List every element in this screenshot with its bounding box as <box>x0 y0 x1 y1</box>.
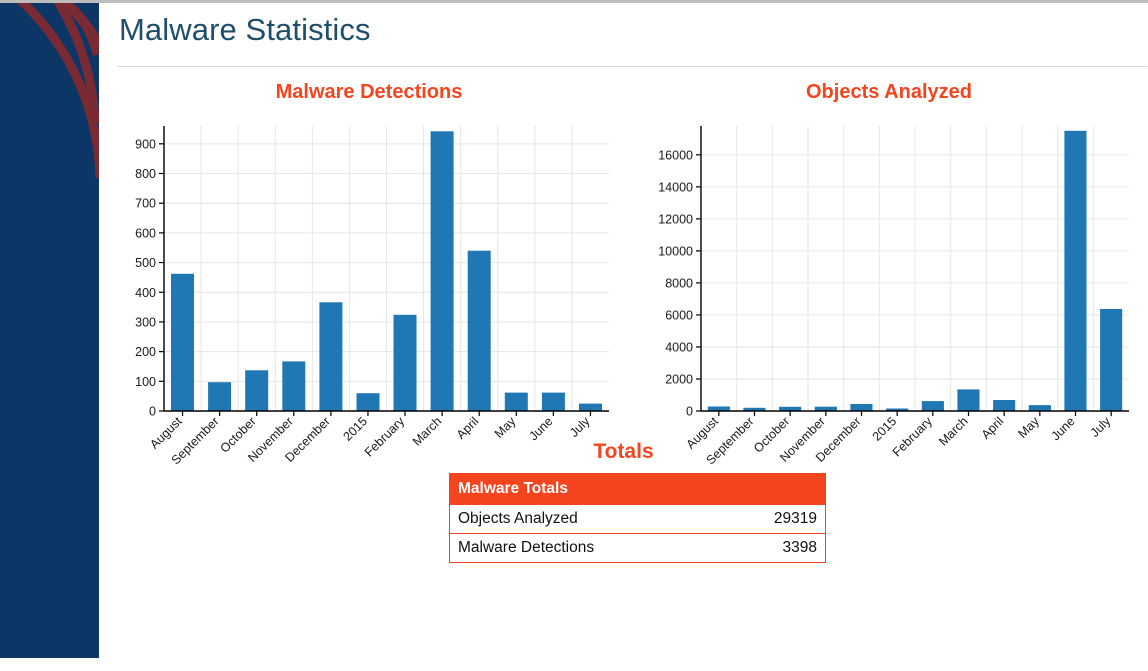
plot-area-objects-analyzed: 0 2000 4000 6000 8000 10000 12000 14000 16000 Aug… <box>639 116 1139 476</box>
y-tick-label: 6000 <box>665 308 693 322</box>
x-tick-label: June <box>526 414 555 443</box>
sidebar-decoration-panel <box>0 3 99 658</box>
y-tick-label: 700 <box>135 197 156 211</box>
bar-february <box>393 314 417 411</box>
chart-title-malware-detections: Malware Detections <box>275 81 463 103</box>
table-row: Objects Analyzed 29319 <box>449 504 826 534</box>
bar-chart-svg-objects-analyzed: 0200040006000800010000120001400016000Aug… <box>658 126 1129 467</box>
bar-june <box>541 392 565 411</box>
y-tick-label: 300 <box>135 315 156 329</box>
y-tick-label: 10000 <box>658 244 693 258</box>
y-tick-label: 100 <box>135 375 156 389</box>
x-tick-label: April <box>979 414 1007 442</box>
bar-april <box>993 400 1016 411</box>
bar-july <box>579 403 602 411</box>
bar-february <box>921 401 944 411</box>
header-divider <box>118 66 1147 67</box>
totals-row-label: Malware Detections <box>449 533 720 563</box>
x-tick-label: May <box>1015 414 1042 441</box>
bar-may <box>504 392 528 411</box>
page-root: Malware Statistics Malware Detections 0 1… <box>0 0 1148 671</box>
y-tick-label: 600 <box>135 226 156 240</box>
bar-august <box>171 273 194 411</box>
chart-malware-detections: Malware Detections 0 100 200 300 400 500 600 70… <box>119 81 619 476</box>
y-tick-label: 8000 <box>665 276 693 290</box>
y-tick-label: 12000 <box>658 212 693 226</box>
bar-october <box>245 370 269 411</box>
chart-objects-analyzed: Objects Analyzed 0 2000 4000 6000 8000 10000 1… <box>639 81 1139 476</box>
y-tick-label: 0 <box>149 405 156 419</box>
y-tick-label: 2000 <box>665 372 693 386</box>
x-tick-label: June <box>1049 414 1078 443</box>
y-tick-label: 4000 <box>665 340 693 354</box>
totals-table-body: Objects Analyzed 29319 Malware Detections 3… <box>449 504 826 563</box>
bar-march <box>957 389 980 411</box>
y-tick-label: 800 <box>135 167 156 181</box>
bar-may <box>1028 405 1051 411</box>
totals-table-header-row: Malware Totals <box>449 473 826 505</box>
plot-area-malware-detections: 0 100 200 300 400 500 600 700 800 900 August Septem… <box>119 116 619 476</box>
bar-april <box>467 250 491 411</box>
totals-row-value: 29319 <box>719 504 826 534</box>
x-tick-label: May <box>492 414 519 441</box>
bar-november <box>282 361 306 411</box>
y-tick-label: 0 <box>686 405 693 419</box>
chart-title-objects-analyzed: Objects Analyzed <box>806 81 972 103</box>
bar-december <box>319 302 343 411</box>
y-tick-label: 400 <box>135 286 156 300</box>
totals-row-value: 3398 <box>719 533 826 563</box>
bar-2015 <box>356 393 380 411</box>
x-tick-label: July <box>567 414 593 440</box>
bar-september <box>208 382 232 411</box>
bar-march <box>430 131 454 412</box>
table-row: Malware Detections 3398 <box>449 533 826 563</box>
page-title: Malware Statistics <box>119 12 371 47</box>
y-tick-label: 16000 <box>658 148 693 162</box>
y-tick-label: 500 <box>135 256 156 270</box>
bar-june <box>1064 130 1087 412</box>
bar-chart-svg-malware-detections: 0100200300400500600700800900AugustSeptem… <box>135 126 609 467</box>
y-tick-label: 200 <box>135 345 156 359</box>
x-tick-label: July <box>1088 414 1114 440</box>
sidebar-arc-graphic <box>0 3 99 658</box>
y-tick-label: 900 <box>135 137 156 151</box>
totals-row-label: Objects Analyzed <box>449 504 720 534</box>
bar-july <box>1100 309 1123 411</box>
bar-december <box>850 404 873 411</box>
totals-heading: Totals <box>593 440 654 463</box>
x-tick-label: April <box>454 414 482 442</box>
content-area: Malware Statistics Malware Detections 0 1… <box>99 3 1148 658</box>
totals-table-header: Malware Totals <box>449 473 826 505</box>
totals-table: Malware Totals Objects Analyzed 29319 Malw… <box>449 473 826 563</box>
y-tick-label: 14000 <box>658 180 693 194</box>
